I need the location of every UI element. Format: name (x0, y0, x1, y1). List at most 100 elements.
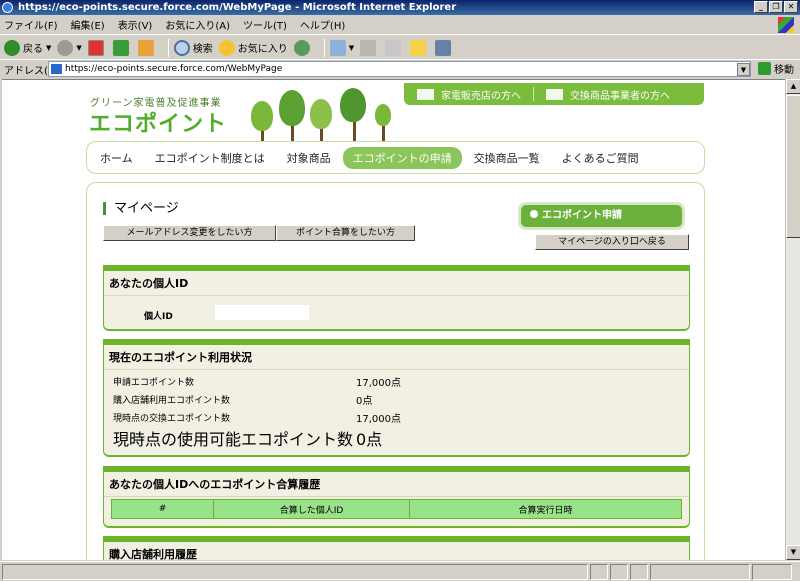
nav-about[interactable]: エコポイント制度とは (155, 150, 265, 166)
section-title: あなたの個人ID (104, 271, 689, 296)
col-merged-id: 合算した個人ID (213, 499, 410, 519)
history-button[interactable] (293, 39, 313, 56)
menu-view[interactable]: 表示(V) (118, 17, 153, 32)
back-arrow-icon (4, 39, 20, 56)
stop-icon (87, 39, 104, 56)
search-button[interactable]: 検索 (173, 39, 213, 56)
page-title: マイページ (103, 202, 179, 215)
change-email-button[interactable]: メールアドレス変更をしたい方 (103, 225, 276, 241)
print-icon (360, 39, 377, 56)
main-content: マイページ メールアドレス変更をしたい方 ポイント合算をしたい方 エコポイント申… (86, 182, 705, 560)
site-logo[interactable]: エコポイント (89, 106, 227, 138)
nav-exchange[interactable]: 交換商品一覧 (474, 150, 540, 166)
scroll-thumb[interactable] (786, 95, 800, 238)
windows-logo-icon (778, 17, 794, 33)
mail-button[interactable]: ▼ (329, 39, 354, 56)
go-arrow-icon (758, 62, 771, 75)
nav-products[interactable]: 対象商品 (287, 150, 331, 166)
print-button[interactable] (360, 39, 379, 56)
discuss-button[interactable] (410, 39, 429, 56)
back-button[interactable]: 戻る ▼ (4, 39, 52, 56)
menu-favorites[interactable]: お気に入り(A) (165, 17, 230, 32)
star-icon (218, 39, 235, 56)
favorites-button[interactable]: お気に入り (218, 39, 288, 56)
table-header-row: # 合算した個人ID 合算実行日時 (111, 499, 682, 519)
edit-button[interactable] (385, 39, 404, 56)
eco-point-apply-button[interactable]: エコポイント申請 (518, 202, 685, 230)
vertical-scrollbar[interactable]: ▲ ▼ (785, 79, 800, 560)
refresh-icon (112, 39, 129, 56)
col-merge-date: 合算実行日時 (409, 499, 682, 519)
id-label: 個人ID (144, 312, 173, 322)
forward-button[interactable]: ▼ (57, 39, 82, 56)
scroll-down-button[interactable]: ▼ (786, 545, 800, 560)
history-icon (293, 39, 310, 56)
merge-history-table: # 合算した個人ID 合算実行日時 (111, 499, 682, 519)
messenger-icon (435, 39, 452, 56)
chevron-down-icon: ▼ (46, 43, 52, 52)
scroll-up-button[interactable]: ▲ (786, 79, 800, 94)
status-cell (610, 563, 628, 580)
main-nav: ホーム エコポイント制度とは 対象商品 エコポイントの申請 交換商品一覧 よくあ… (86, 141, 705, 174)
section-title: あなたの個人IDへのエコポイント合算履歴 (104, 472, 689, 497)
ime-toolbar[interactable] (650, 563, 750, 580)
mail-icon (329, 39, 346, 56)
toolbar: 戻る ▼ ▼ 検索 お気に入り ▼ (0, 36, 800, 60)
menu-bar: ファイル(F) 編集(E) 表示(V) お気に入り(A) ツール(T) ヘルプ(… (0, 15, 800, 35)
col-number: # (111, 499, 214, 519)
address-dropdown[interactable]: ▼ (737, 63, 750, 76)
maximize-button[interactable]: ❐ (769, 1, 783, 13)
stop-button[interactable] (87, 39, 107, 56)
bullet-icon (530, 210, 538, 218)
merge-points-button[interactable]: ポイント合算をしたい方 (276, 225, 415, 241)
refresh-button[interactable] (112, 39, 132, 56)
store-used-points-label: 購入店舗利用エコポイント数 (113, 396, 231, 406)
id-value-field (215, 305, 309, 320)
available-points-label: 現時点の使用可能エコポイント数 (113, 430, 354, 449)
search-icon (173, 39, 190, 56)
address-bar: アドレス(D) https://eco-points.secure.force.… (0, 61, 800, 78)
menu-edit[interactable]: 編集(E) (71, 17, 105, 32)
close-button[interactable]: ✕ (784, 1, 798, 13)
status-cell (590, 563, 608, 580)
nav-apply[interactable]: エコポイントの申請 (342, 146, 462, 169)
nav-home[interactable]: ホーム (100, 150, 133, 166)
gift-icon (546, 88, 563, 100)
personal-id-section: あなたの個人ID 個人ID (103, 265, 690, 331)
available-points-value: 0点 (356, 430, 383, 449)
page-icon (51, 64, 62, 74)
address-input[interactable]: https://eco-points.secure.force.com/WebM… (48, 61, 751, 77)
chevron-down-icon: ▼ (76, 43, 82, 52)
window-title-bar: https://eco-points.secure.force.com/WebM… (0, 0, 800, 15)
window-title: https://eco-points.secure.force.com/WebM… (18, 2, 457, 13)
page: グリーン家電普及促進事業 エコポイント 家電販売店の方へ 交換商品事業者の方へ … (86, 80, 705, 560)
edit-icon (385, 39, 402, 56)
retailer-link[interactable]: 家電販売店の方へ (417, 87, 521, 102)
home-icon (137, 39, 154, 56)
exchange-points-value: 17,000点 (356, 414, 401, 425)
status-text (2, 563, 588, 580)
audience-links: 家電販売店の方へ 交換商品事業者の方へ (404, 83, 704, 105)
messenger-button[interactable] (435, 39, 454, 56)
page-viewport: グリーン家電普及促進事業 エコポイント 家電販売店の方へ 交換商品事業者の方へ … (2, 79, 785, 560)
divider (533, 87, 534, 101)
go-button[interactable]: 移動 (758, 61, 794, 76)
merge-history-section: あなたの個人IDへのエコポイント合算履歴 # 合算した個人ID 合算実行日時 (103, 466, 690, 528)
nav-faq[interactable]: よくあるご質問 (562, 150, 639, 166)
menu-file[interactable]: ファイル(F) (4, 17, 58, 32)
back-to-entrance-button[interactable]: マイページの入り口へ戻る (535, 234, 689, 250)
store-used-points-value: 0点 (356, 396, 373, 407)
toolbar-separator (167, 38, 169, 57)
toolbar-separator (323, 38, 325, 57)
menu-tools[interactable]: ツール(T) (243, 17, 287, 32)
store-history-section: 購入店舗利用履歴 (103, 536, 690, 560)
minimize-button[interactable]: _ (754, 1, 768, 13)
usage-status-section: 現在のエコポイント利用状況 申請エコポイント数 17,000点 購入店舗利用エコ… (103, 339, 690, 457)
home-button[interactable] (137, 39, 157, 56)
exchange-link[interactable]: 交換商品事業者の方へ (546, 87, 670, 102)
menu-help[interactable]: ヘルプ(H) (300, 17, 345, 32)
applied-points-label: 申請エコポイント数 (113, 378, 195, 388)
exchange-points-label: 現時点の交換エコポイント数 (113, 414, 231, 424)
status-cell (630, 563, 648, 580)
caps-kana-indicator (752, 563, 792, 580)
